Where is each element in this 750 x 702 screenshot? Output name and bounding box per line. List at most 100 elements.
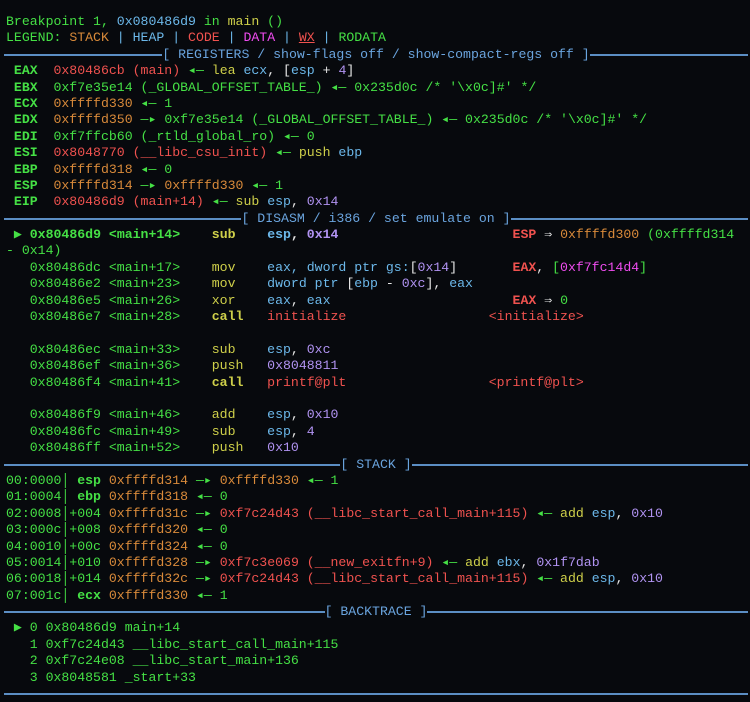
text-segment [236, 227, 268, 242]
text-segment: 04:0010│+00c [6, 538, 109, 554]
text-segment [243, 309, 267, 324]
text-segment: 05:0014│+010 [6, 554, 109, 570]
text-segment [331, 293, 513, 308]
register-edi: EDI 0xf7ffcb60 (_rtld_global_ro) ◂— 0 [6, 129, 746, 145]
text-segment: 0x10 [306, 407, 339, 423]
text-segment: 0xffffd330 [164, 177, 244, 193]
text-segment: push [298, 145, 331, 161]
stack-row: 03:000c│+008 0xffffd320 ◂— 0 [6, 522, 746, 538]
text-segment: 0xffffd328 [108, 554, 189, 570]
register-ebx: EBX 0xf7e35e14 (_GLOBAL_OFFSET_TABLE_) ◂… [6, 80, 746, 96]
stack-row: 05:0014│+010 0xffffd328 —▸ 0xf7c3e069 (_… [6, 555, 746, 571]
text-segment: push [211, 358, 244, 374]
register-esi: ESI 0x8048770 (__libc_csu_init) ◂— push … [6, 145, 746, 161]
legend-line: LEGEND: STACK | HEAP | CODE | DATA | WX … [6, 30, 746, 46]
register-ebp: EBP 0xffffd318 ◂— 0 [6, 162, 746, 178]
text-segment: ] [346, 63, 355, 79]
text-segment: () [259, 14, 283, 29]
disasm-line: 0x80486e5 <main+26> xor eax, eax EAX ⇒ 0 [6, 293, 746, 309]
backtrace-frame: ▶ 0 0x80486d9 main+14 [6, 620, 746, 636]
text-segment: 06:0018│+014 [6, 571, 109, 587]
text-segment: 0x80486dc <main+17> [6, 259, 212, 275]
text-segment: EAX [6, 63, 54, 79]
backtrace-frame: 1 0xf7c24d43 __libc_start_call_main+115 [6, 637, 746, 653]
rule-divider [4, 463, 341, 466]
text-segment: esp [267, 341, 291, 357]
text-segment [236, 276, 268, 291]
text-segment: 4 [306, 423, 315, 439]
rule-divider [4, 693, 748, 696]
text-segment: | [108, 30, 133, 46]
text-segment: STACK [69, 30, 109, 46]
text-segment: —▸ [132, 177, 165, 193]
text-segment: ◂— 0 [188, 489, 228, 505]
text-segment: 0xf7ffcb60 (_rtld_global_ro) ◂— 0 [53, 128, 315, 144]
disasm-line: 0x80486fc <main+49> sub esp, 4 [6, 424, 746, 440]
text-segment: | [219, 30, 244, 46]
text-segment: 0xffffd318 [53, 161, 133, 177]
register-eax: EAX 0x80486cb (main) ◂— lea ecx, [esp + … [6, 63, 746, 79]
text-segment: 0x80486cb (main) [53, 63, 181, 79]
text-segment: push [211, 440, 244, 456]
text-segment: , [290, 423, 307, 439]
text-segment: | [164, 30, 189, 46]
text-segment: ◂— 1 [188, 587, 228, 603]
text-segment: ebx [488, 554, 521, 570]
stack-row: 00:0000│ esp 0xffffd314 —▸ 0xffffd330 ◂—… [6, 473, 746, 489]
text-segment: mov [211, 276, 236, 292]
text-segment: ▶ 0x80486d9 <main+14> [6, 227, 212, 243]
disasm-line: 0x80486e7 <main+28> call initialize <ini… [6, 309, 746, 325]
text-segment: —▸ [188, 554, 220, 570]
text-segment: sub [211, 341, 236, 357]
text-segment: add [560, 505, 584, 521]
text-segment: 0 [560, 292, 568, 308]
text-segment: call [211, 374, 244, 390]
text-segment [236, 342, 268, 357]
stack-row: 01:0004│ ebp 0xffffd318 ◂— 0 [6, 489, 746, 505]
text-segment [346, 375, 488, 390]
text-segment: 0x80486f9 <main+46> [6, 407, 212, 423]
text-segment: sub [235, 194, 260, 210]
text-segment: 0xffffd324 [108, 538, 189, 554]
text-segment: , [290, 407, 307, 423]
text-segment: ◂— 0 [188, 522, 228, 538]
text-segment: 0x14 [306, 227, 339, 243]
text-segment: 0xffffd330 [53, 95, 133, 111]
text-segment: (0xffffd314 [639, 227, 735, 243]
text-segment: ◂— [203, 194, 236, 210]
text-segment: 00:0000│ [6, 472, 78, 488]
text-segment [346, 309, 488, 324]
text-segment: ◂— [433, 554, 466, 570]
text-segment: 0x80486e2 <main+23> [6, 276, 212, 292]
text-segment: eax [306, 292, 331, 308]
text-segment: - 0x14) [6, 243, 62, 259]
text-segment [243, 358, 267, 373]
stack-row: 07:001c│ ecx 0xffffd330 ◂— 1 [6, 588, 746, 604]
text-segment: sub [211, 423, 236, 439]
text-segment: ] [449, 259, 458, 275]
text-segment: ◂— 1 [298, 472, 339, 488]
text-segment: dword ptr [267, 276, 347, 292]
text-segment: ⇒ [536, 227, 561, 243]
section-footer-rule [4, 686, 748, 702]
text-segment: main [227, 14, 260, 29]
text-segment: esp [583, 505, 616, 521]
disasm-line: 0x80486f9 <main+46> add esp, 0x10 [6, 407, 746, 423]
stack-row: 02:0008│+004 0xffffd31c —▸ 0xf7c24d43 (_… [6, 506, 746, 522]
text-segment: 1 0xf7c24d43 __libc_start_call_main+115 [6, 636, 339, 652]
text-segment: 0x80486e7 <main+28> [6, 309, 212, 325]
text-segment: 07:001c│ [6, 587, 78, 603]
text-segment: lea [211, 63, 236, 79]
text-segment: 0xc [306, 341, 331, 357]
section-header-disasm: [ DISASM / i386 / set emulate on ] [4, 211, 749, 227]
text-segment: | [314, 30, 339, 46]
text-segment [338, 227, 512, 242]
text-segment: 0xffffd314 [108, 472, 189, 488]
text-segment: RODATA [338, 30, 386, 46]
text-segment: , [290, 292, 307, 308]
text-segment: 0x80486ef <main+36> [6, 358, 212, 374]
register-esp: ESP 0xffffd314 —▸ 0xffffd330 ◂— 1 [6, 178, 746, 194]
text-segment: 0xffffd330 [108, 587, 189, 603]
text-segment: ebp [330, 145, 363, 161]
text-segment: , [520, 554, 537, 570]
